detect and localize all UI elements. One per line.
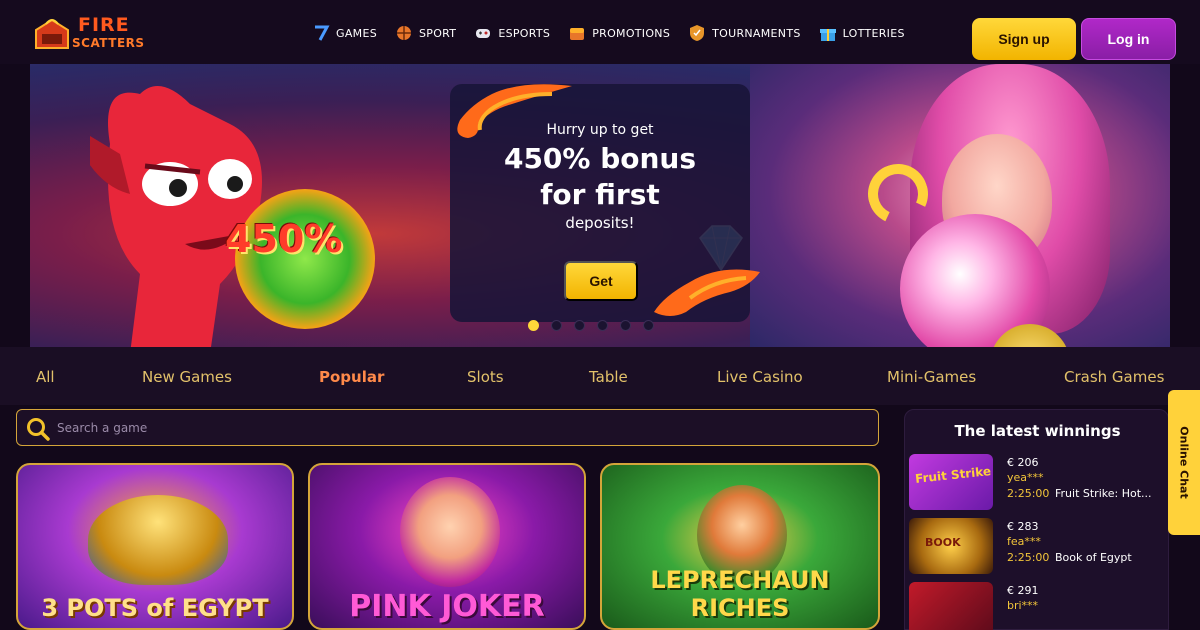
- win-game: Book of Egypt: [1055, 551, 1132, 564]
- bonus-percent-badge: 450%: [225, 217, 343, 261]
- nav-esports[interactable]: ESPORTS: [474, 24, 550, 42]
- promo-line-2: 450% bonus: [503, 142, 697, 175]
- hero-banner[interactable]: 450% Hurry up to get 450% bonus for firs…: [30, 64, 1170, 347]
- nav-tournaments-label: TOURNAMENTS: [712, 26, 801, 40]
- tab-mini-games[interactable]: Mini-Games: [887, 368, 976, 386]
- game-title: PINK JOKER: [349, 589, 545, 624]
- game-thumbnail: [909, 582, 993, 630]
- nav-promotions[interactable]: PROMOTIONS: [568, 24, 670, 42]
- carousel-dot[interactable]: [643, 320, 654, 331]
- get-bonus-button[interactable]: Get: [564, 261, 638, 301]
- win-user: yea***: [1007, 471, 1044, 484]
- chest-icon: [570, 28, 585, 40]
- logo-text-scatters: SCATTERS: [72, 36, 145, 50]
- logo-text-fire: FIRE: [78, 14, 130, 36]
- pink-joker-artwork: [400, 477, 500, 587]
- win-time: 2:25:00: [1007, 551, 1050, 564]
- fire-scatters-logo[interactable]: FIRE SCATTERS: [32, 12, 172, 56]
- winning-row[interactable]: BOOK € 283 fea*** 2:25:00 Book of Egypt: [909, 518, 1164, 576]
- winnings-title: The latest winnings: [954, 422, 1121, 440]
- search-icon: [27, 418, 50, 441]
- search-bar: [16, 409, 879, 446]
- nav-lotteries-label: LOTTERIES: [842, 26, 905, 40]
- tab-crash-games[interactable]: Crash Games: [1064, 368, 1164, 386]
- winning-row[interactable]: Fruit Strike € 206 yea*** 2:25:00 Fruit …: [909, 454, 1164, 512]
- shield-icon: [690, 25, 705, 41]
- game-card[interactable]: 3 POTS of EGYPT: [16, 463, 294, 630]
- nav-esports-label: ESPORTS: [498, 26, 551, 40]
- seven-icon: [315, 25, 330, 41]
- main-nav: GAMES SPORT ESPORTS PROMOTIONS TOURNAMEN…: [312, 24, 905, 42]
- top-header: FIRE SCATTERS GAMES SPORT ESPORTS PROMOT…: [0, 0, 1200, 64]
- online-chat-label: Online Chat: [1177, 426, 1191, 499]
- login-button[interactable]: Log in: [1081, 18, 1176, 60]
- promo-line-4: deposits!: [565, 214, 635, 232]
- signup-button[interactable]: Sign up: [972, 18, 1076, 60]
- game-card[interactable]: LEPRECHAUN RICHES: [600, 463, 880, 630]
- winning-row[interactable]: € 291 bri***: [909, 582, 1164, 630]
- win-game: Fruit Strike: Hot...: [1055, 487, 1152, 500]
- tab-live-casino[interactable]: Live Casino: [717, 368, 803, 386]
- tab-popular[interactable]: Popular: [319, 368, 384, 386]
- nav-sport[interactable]: SPORT: [395, 24, 456, 42]
- thumbnail-logo: Fruit Strike: [914, 464, 992, 486]
- win-user: fea***: [1007, 535, 1041, 548]
- carousel-dots: [528, 320, 654, 331]
- carousel-dot[interactable]: [574, 320, 585, 331]
- win-time: 2:25:00: [1007, 487, 1050, 500]
- game-card[interactable]: PINK JOKER: [308, 463, 586, 630]
- nav-games[interactable]: GAMES: [312, 24, 377, 42]
- flame-icon: [654, 269, 760, 316]
- online-chat-button[interactable]: Online Chat: [1168, 390, 1200, 535]
- carousel-dot[interactable]: [528, 320, 539, 331]
- flame-icon: [457, 84, 572, 138]
- gamepad-icon: [476, 29, 491, 38]
- game-thumbnail: Fruit Strike: [909, 454, 993, 510]
- tab-all[interactable]: All: [36, 368, 55, 386]
- nav-tournaments[interactable]: TOURNAMENTS: [688, 24, 801, 42]
- pots-of-egypt-artwork: [88, 495, 228, 585]
- game-title: LEPRECHAUN RICHES: [650, 566, 830, 622]
- win-amount: € 283: [1007, 520, 1039, 533]
- carousel-dot[interactable]: [620, 320, 631, 331]
- thumbnail-logo: BOOK: [925, 536, 961, 549]
- chest-logo-icon: [35, 18, 69, 49]
- game-title: 3 POTS of EGYPT: [41, 594, 269, 622]
- gift-icon: [819, 29, 836, 41]
- latest-winnings-panel: The latest winnings Fruit Strike € 206 y…: [904, 409, 1169, 630]
- tab-slots[interactable]: Slots: [467, 368, 504, 386]
- win-amount: € 291: [1007, 584, 1039, 597]
- carousel-dot[interactable]: [551, 320, 562, 331]
- nav-sport-label: SPORT: [418, 26, 457, 40]
- tab-new-games[interactable]: New Games: [142, 368, 232, 386]
- win-user: bri***: [1007, 599, 1039, 612]
- ball-icon: [396, 26, 411, 40]
- game-thumbnail: BOOK: [909, 518, 993, 574]
- nav-games-label: GAMES: [336, 26, 377, 40]
- search-input[interactable]: [57, 410, 857, 445]
- nav-promotions-label: PROMOTIONS: [592, 26, 671, 40]
- nav-lotteries[interactable]: LOTTERIES: [819, 24, 905, 42]
- tab-table[interactable]: Table: [589, 368, 628, 386]
- carousel-dot[interactable]: [597, 320, 608, 331]
- promo-line-3: for first: [540, 178, 660, 211]
- win-amount: € 206: [1007, 456, 1039, 469]
